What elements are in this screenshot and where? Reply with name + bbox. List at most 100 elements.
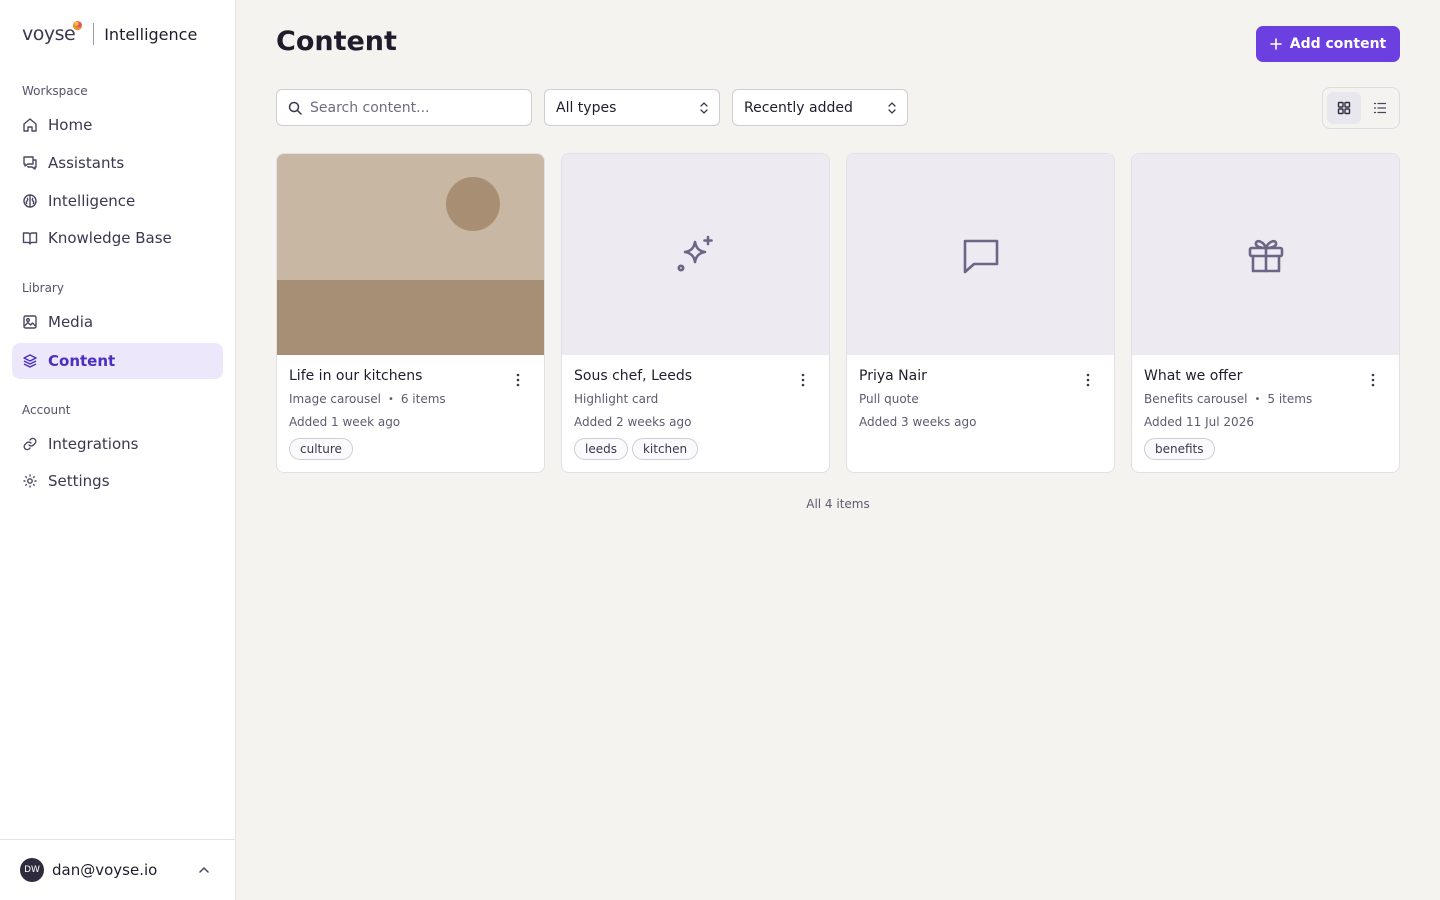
- more-vertical-icon[interactable]: [510, 372, 526, 388]
- search-input[interactable]: [310, 99, 520, 116]
- thumbnail-sun-shape: [446, 177, 500, 231]
- card-title: What we offer: [1144, 368, 1243, 384]
- brain-icon: [22, 193, 38, 209]
- card-thumbnail: [562, 154, 829, 355]
- sidebar: voyse Intelligence Workspace Home Assist…: [0, 0, 236, 900]
- content-card[interactable]: What we offer Benefits carousel • 5 item…: [1131, 153, 1400, 473]
- grid-icon: [1337, 101, 1351, 115]
- more-vertical-icon[interactable]: [1080, 372, 1096, 388]
- card-meta: Benefits carousel • 5 items: [1144, 392, 1312, 406]
- tag[interactable]: leeds: [574, 438, 628, 460]
- home-icon: [22, 117, 38, 133]
- card-title: Life in our kitchens: [289, 368, 423, 384]
- sidebar-item-label: Integrations: [48, 435, 139, 453]
- card-meta: Image carousel • 6 items: [289, 392, 446, 406]
- user-menu[interactable]: DW dan@voyse.io: [0, 839, 235, 900]
- chevron-updown-icon: [888, 102, 896, 114]
- search-box: [276, 89, 532, 126]
- tag[interactable]: benefits: [1144, 438, 1215, 460]
- chevron-up-icon[interactable]: [197, 863, 211, 877]
- card-title: Sous chef, Leeds: [574, 368, 693, 384]
- gift-icon: [1248, 239, 1283, 272]
- sidebar-item-intelligence[interactable]: Intelligence: [12, 183, 223, 219]
- sidebar-item-home[interactable]: Home: [12, 107, 223, 143]
- type-filter-value: All types: [556, 99, 617, 116]
- gear-icon: [22, 473, 38, 489]
- view-toggle: [1322, 87, 1400, 129]
- content-card[interactable]: Priya Nair Pull quote Added 3 weeks ago: [846, 153, 1115, 473]
- chat-bubbles-icon: [22, 155, 38, 171]
- grid-view-button[interactable]: [1327, 92, 1361, 124]
- card-tags: benefits: [1144, 438, 1215, 460]
- card-date: Added 11 Jul 2026: [1144, 415, 1254, 429]
- layers-icon: [22, 353, 38, 369]
- brand-logo-text: voyse: [22, 23, 76, 45]
- sidebar-item-integrations[interactable]: Integrations: [12, 426, 223, 462]
- sidebar-item-label: Knowledge Base: [48, 229, 172, 247]
- section-label-library: Library: [22, 281, 64, 295]
- link-icon: [22, 436, 38, 452]
- brand-product: Intelligence: [104, 24, 198, 44]
- user-email: dan@voyse.io: [52, 861, 158, 879]
- card-type: Pull quote: [859, 392, 919, 406]
- sort-select[interactable]: Recently added: [732, 89, 908, 126]
- card-meta: Highlight card: [574, 392, 658, 406]
- image-icon: [22, 314, 38, 330]
- thumbnail-ground-shape: [277, 280, 544, 355]
- sidebar-item-label: Assistants: [48, 154, 125, 172]
- card-date: Added 2 weeks ago: [574, 415, 692, 429]
- type-filter-select[interactable]: All types: [544, 89, 720, 126]
- message-square-icon: [963, 239, 998, 273]
- search-icon: [288, 101, 302, 115]
- more-vertical-icon[interactable]: [1365, 372, 1381, 388]
- content-card[interactable]: Life in our kitchens Image carousel • 6 …: [276, 153, 545, 473]
- more-vertical-icon[interactable]: [795, 372, 811, 388]
- card-tags: culture: [289, 438, 353, 460]
- brand[interactable]: voyse Intelligence: [22, 20, 197, 48]
- sidebar-item-knowledge-base[interactable]: Knowledge Base: [12, 220, 223, 256]
- list-icon: [1373, 102, 1387, 114]
- add-content-label: Add content: [1289, 36, 1387, 52]
- sidebar-item-label: Content: [48, 352, 116, 370]
- card-type: Highlight card: [574, 392, 659, 406]
- sidebar-item-label: Intelligence: [48, 192, 136, 210]
- sidebar-item-assistants[interactable]: Assistants: [12, 145, 223, 181]
- section-label-workspace: Workspace: [22, 84, 88, 98]
- card-type: Benefits carousel: [1144, 392, 1248, 406]
- sidebar-item-content[interactable]: Content: [12, 343, 223, 379]
- card-title: Priya Nair: [859, 368, 927, 384]
- card-thumbnail-image: [277, 154, 544, 355]
- plus-icon: [1269, 38, 1282, 50]
- add-content-button[interactable]: Add content: [1256, 26, 1400, 62]
- section-label-account: Account: [22, 403, 71, 417]
- brand-logo: voyse: [22, 20, 83, 45]
- card-meta: Pull quote: [859, 392, 919, 406]
- item-count: All 4 items: [806, 497, 870, 511]
- list-view-button[interactable]: [1363, 92, 1397, 124]
- brand-dot-icon: [73, 20, 83, 31]
- brand-divider: [93, 23, 95, 45]
- sparkles-icon: [676, 235, 713, 271]
- meta-separator: •: [1254, 393, 1261, 405]
- card-type: Image carousel: [289, 392, 381, 406]
- chevron-updown-icon: [700, 102, 708, 114]
- card-tags: leeds kitchen: [574, 438, 699, 460]
- card-date: Added 3 weeks ago: [859, 415, 977, 429]
- sidebar-item-media[interactable]: Media: [12, 304, 223, 340]
- sidebar-item-label: Media: [48, 313, 94, 331]
- tag[interactable]: kitchen: [631, 438, 699, 460]
- card-thumbnail: [847, 154, 1114, 355]
- sidebar-item-settings[interactable]: Settings: [12, 463, 223, 499]
- book-icon: [22, 230, 38, 246]
- page-title: Content: [276, 26, 397, 57]
- content-card[interactable]: Sous chef, Leeds Highlight card Added 2 …: [561, 153, 830, 473]
- meta-separator: •: [387, 393, 394, 405]
- card-item-count: 6 items: [400, 392, 446, 406]
- sidebar-item-label: Settings: [48, 472, 110, 490]
- card-item-count: 5 items: [1267, 392, 1313, 406]
- card-thumbnail: [1132, 154, 1399, 355]
- tag[interactable]: culture: [289, 438, 353, 460]
- avatar: DW: [20, 858, 44, 882]
- card-date: Added 1 week ago: [289, 415, 401, 429]
- sidebar-item-label: Home: [48, 116, 93, 134]
